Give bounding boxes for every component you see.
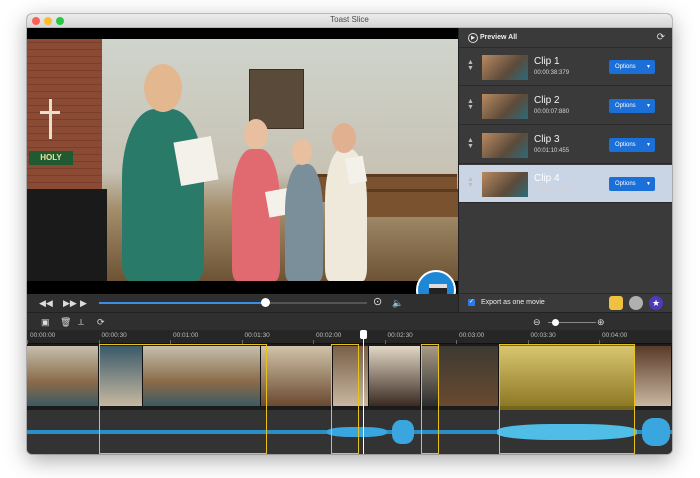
reorder-handle-icon[interactable]: ▲ ▼ bbox=[467, 59, 474, 72]
options-button[interactable]: Options ▼ bbox=[609, 60, 655, 74]
clip-list-panel: ▶ Preview All ⟳ ▲ ▼ Clip 1 00:00:38:379 Optio… bbox=[458, 28, 672, 312]
clip-name: Clip 4 bbox=[534, 173, 560, 184]
ruler-tick-label: 00:04:00 bbox=[602, 332, 628, 339]
film-reel-icon[interactable] bbox=[629, 296, 643, 310]
ruler-tick-label: 00:03:30 bbox=[530, 332, 556, 339]
clip-name: Clip 1 bbox=[534, 56, 560, 67]
ruler-tick-label: 00:02:30 bbox=[387, 332, 413, 339]
volume-icon[interactable]: 🔈 bbox=[392, 297, 403, 309]
playback-scrubber[interactable] bbox=[99, 298, 367, 307]
play-icon[interactable]: ▶ bbox=[80, 297, 87, 309]
chevron-down-icon: ▼ bbox=[646, 142, 651, 148]
holy-sign: HOLY bbox=[29, 151, 73, 165]
clip-2-bounds[interactable] bbox=[331, 344, 359, 454]
folder-icon[interactable] bbox=[609, 296, 623, 310]
playback-knob[interactable] bbox=[261, 298, 271, 307]
chevron-down-icon: ▼ bbox=[646, 181, 651, 187]
ruler-tick-label: 00:03:00 bbox=[459, 332, 485, 339]
options-button[interactable]: Options ▼ bbox=[609, 138, 655, 152]
imovie-star-icon[interactable]: ★ bbox=[649, 296, 663, 310]
playhead[interactable] bbox=[363, 330, 364, 454]
chevron-down-icon: ▼ bbox=[646, 64, 651, 70]
ruler-tick-label: 00:00:00 bbox=[30, 332, 56, 339]
playhead-handle[interactable] bbox=[360, 330, 367, 339]
video-preview[interactable]: HOLY bbox=[27, 28, 458, 294]
new-document-icon[interactable]: ▣ bbox=[41, 316, 50, 328]
clip-row[interactable]: ▲ ▼ Clip 2 00:00:07:880 Options ▼ bbox=[459, 87, 672, 125]
export-label: Export as one movie bbox=[481, 299, 545, 306]
play-circle-icon: ▶ bbox=[468, 33, 478, 43]
clip-duration: 00:00:57:883 bbox=[534, 187, 570, 193]
export-bar: ✓ Export as one movie ★ bbox=[458, 293, 672, 312]
trash-icon[interactable]: 🗑 bbox=[60, 316, 71, 328]
video-frame: HOLY bbox=[27, 39, 458, 281]
zoom-out-icon[interactable]: ⊖ bbox=[533, 316, 541, 328]
clip-1-bounds[interactable] bbox=[99, 344, 267, 454]
chevron-down-icon: ▼ bbox=[646, 103, 651, 109]
preview-bar: ▶ Preview All ⟳ bbox=[459, 28, 672, 48]
clip-thumbnail bbox=[482, 55, 528, 80]
clip-row[interactable]: ▲ ▼ Clip 3 00:01:10:455 Options ▼ bbox=[459, 126, 672, 164]
zoom-knob[interactable] bbox=[552, 319, 560, 326]
time-ruler[interactable]: 00:00:00 00:00:30 00:01:00 00:01:30 00:02:00… bbox=[27, 330, 672, 344]
timeline-toolbar: ▣ 🗑 ⟂ ⟳ ⊖ ⊕ bbox=[27, 312, 672, 330]
refresh-icon[interactable]: ⟳ bbox=[657, 32, 665, 43]
clip-thumbnail bbox=[482, 172, 528, 197]
options-button[interactable]: Options ▼ bbox=[609, 99, 655, 113]
export-checkbox[interactable]: ✓ bbox=[468, 299, 475, 306]
clip-thumbnail bbox=[482, 94, 528, 119]
reorder-handle-icon[interactable]: ▲ ▼ bbox=[467, 137, 474, 150]
ruler-tick-label: 00:02:00 bbox=[316, 332, 342, 339]
playback-progress-fill bbox=[99, 302, 266, 304]
fast-forward-icon[interactable]: ▶▶ bbox=[63, 297, 77, 309]
clip-row[interactable]: ▲ ▼ Clip 1 00:00:38:379 Options ▼ bbox=[459, 48, 672, 86]
rewind-icon[interactable]: ◀◀ bbox=[39, 297, 53, 309]
title-bar: Toast Slice bbox=[27, 14, 672, 28]
clip-4-bounds[interactable] bbox=[499, 344, 635, 454]
ruler-tick-label: 00:01:30 bbox=[244, 332, 270, 339]
preview-all-button[interactable]: ▶ Preview All bbox=[468, 32, 517, 44]
clip-duration: 00:00:07:880 bbox=[534, 109, 570, 115]
play-circle-icon[interactable]: ⊙ bbox=[373, 296, 382, 308]
clip-row[interactable]: ▲ ▼ Clip 4 00:00:57:883 Options ▼ bbox=[459, 165, 672, 203]
reorder-handle-icon[interactable]: ▲ ▼ bbox=[467, 98, 474, 111]
clip-name: Clip 3 bbox=[534, 134, 560, 145]
window-title: Toast Slice bbox=[330, 15, 369, 24]
clip-3-bounds[interactable] bbox=[421, 344, 439, 454]
options-button[interactable]: Options ▼ bbox=[609, 177, 655, 191]
transport-bar: ◀◀ ▶▶ ▶ ⊙ 🔈 bbox=[27, 294, 458, 312]
app-window: Toast Slice HOLY ◀◀ ▶▶ ▶ ⊙ 🔈 ▶ Preview A… bbox=[27, 14, 672, 454]
loop-icon[interactable]: ⟳ bbox=[97, 316, 105, 328]
clip-name: Clip 2 bbox=[534, 95, 560, 106]
clip-thumbnail bbox=[482, 133, 528, 158]
reorder-handle-icon[interactable]: ▲ ▼ bbox=[467, 176, 474, 189]
ruler-tick-label: 00:01:00 bbox=[173, 332, 199, 339]
clip-duration: 00:00:38:379 bbox=[534, 70, 570, 76]
zoom-in-icon[interactable]: ⊕ bbox=[597, 316, 605, 328]
ruler-tick-label: 00:00:30 bbox=[101, 332, 127, 339]
clip-duration: 00:01:10:455 bbox=[534, 148, 570, 154]
split-icon[interactable]: ⟂ bbox=[78, 316, 84, 328]
